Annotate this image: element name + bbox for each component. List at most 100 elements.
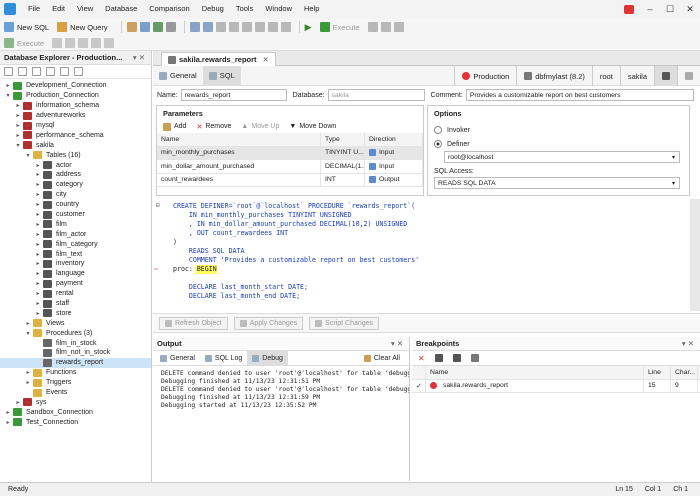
expand-toggle-icon[interactable]: ▸ [34,191,42,198]
undo-icon[interactable] [254,22,265,32]
expand-toggle-icon[interactable]: ▸ [24,369,32,376]
header-direction[interactable]: Direction [365,133,423,146]
expand-toggle-icon[interactable]: ▸ [34,171,42,178]
expand-toggle-icon[interactable]: ▸ [34,251,42,258]
expand-toggle-icon[interactable]: ▸ [34,162,42,169]
tree-item[interactable]: ▸ mysql [0,121,151,131]
script-changes-button[interactable]: Script Changes [309,316,380,330]
plan-icon[interactable] [393,22,404,32]
tree-item[interactable]: ▸ Functions [0,368,151,378]
minimize-button[interactable]: – [640,4,660,14]
expand-toggle-icon[interactable]: ▸ [34,310,42,317]
tree-item[interactable]: ▸ actor [0,160,151,170]
output-tab-debug[interactable]: Debug [247,350,288,366]
expand-toggle-icon[interactable]: ▸ [34,211,42,218]
execute-button[interactable]: Execute [319,22,360,32]
split-icon[interactable] [677,66,700,86]
tree-item[interactable]: ▾ Tables (16) [0,150,151,160]
tree-item[interactable]: ▸ information_schema [0,101,151,111]
breakpoints-pin-icon[interactable]: ▾ ✕ [682,339,694,348]
refresh-explorer-icon[interactable] [32,67,41,76]
new-sql-button[interactable]: New SQL [4,22,49,32]
step-icon[interactable] [380,22,391,32]
database-select[interactable]: sakila [327,89,425,101]
step-out-icon[interactable] [78,38,89,48]
expand-toggle-icon[interactable]: ▸ [34,201,42,208]
definer-select[interactable]: root@localhost ▾ [444,151,680,163]
expand-toggle-icon[interactable]: ▸ [4,419,12,426]
environment-badge[interactable]: Production [454,66,516,86]
breakpoint-row[interactable]: ✓ sakila.rewards_report 15 9 [412,379,700,393]
expand-toggle-icon[interactable]: ▸ [34,270,42,277]
tree-item[interactable]: ▸ rental [0,289,151,299]
delete-breakpoint-icon[interactable]: ✕ [418,354,425,363]
tree-item[interactable]: ▸ payment [0,279,151,289]
move-up-button[interactable]: ▲ Move Up [241,123,279,130]
definer-radio[interactable]: Definer [434,140,689,148]
remove-parameter-button[interactable]: ✕ Remove [196,123,231,131]
expand-toggle-icon[interactable]: ▸ [14,102,22,109]
tree-item[interactable]: ▾ Production_Connection [0,91,151,101]
expand-toggle-icon[interactable]: ▸ [34,221,42,228]
stop-icon[interactable] [367,22,378,32]
tree-item[interactable]: ▸ Triggers [0,378,151,388]
save-all-icon[interactable] [202,22,213,32]
sql-access-select[interactable]: READS SQL DATA ▾ [434,177,680,189]
tree-item[interactable]: ▸ Test_Connection [0,417,151,427]
tree-item[interactable]: ▸ Views [0,318,151,328]
tree-item[interactable]: ▸ adventureworks [0,111,151,121]
tab-rewards-report[interactable]: sakila.rewards_report ✕ [161,52,276,66]
filter-icon[interactable] [46,67,55,76]
expand-toggle-icon[interactable]: ▸ [14,112,22,119]
invoker-radio[interactable]: Invoker [434,126,689,134]
tree-item[interactable]: ▸ category [0,180,151,190]
cut-icon[interactable] [215,22,226,32]
paste-icon[interactable] [241,22,252,32]
tab-sql[interactable]: SQL [202,65,241,86]
comment-input[interactable]: Provides a customizable report on best c… [465,89,694,101]
redo-icon[interactable] [267,22,278,32]
save-icon[interactable] [189,22,200,32]
expand-toggle-icon[interactable]: ▸ [4,409,12,416]
close-button[interactable]: ✕ [680,4,700,15]
new-query-button[interactable]: New Query [57,22,108,32]
tree-item[interactable]: ▾ Procedures (3) [0,328,151,338]
add-parameter-button[interactable]: Add [163,122,186,131]
delete-icon[interactable] [18,67,27,76]
expand-toggle-icon[interactable]: ▸ [4,82,12,89]
expand-toggle-icon[interactable]: ▸ [24,379,32,386]
new-connection-icon[interactable] [4,67,13,76]
tree-item[interactable]: film_not_in_stock [0,348,151,358]
format-icon[interactable] [280,22,291,32]
tree-item[interactable]: film_in_stock [0,338,151,348]
tree-item[interactable]: ▸ customer [0,210,151,220]
tab-close-icon[interactable]: ✕ [263,55,269,64]
output-tab-sql-log[interactable]: SQL Log [200,351,247,366]
watch-icon[interactable] [104,38,115,48]
breakpoint-checkbox[interactable]: ✓ [412,379,426,392]
expand-toggle-icon[interactable]: ▾ [24,152,32,159]
tree-item[interactable]: Events [0,388,151,398]
delete-all-icon[interactable] [434,354,443,362]
tree-item[interactable]: ▸ staff [0,299,151,309]
menu-view[interactable]: View [71,0,99,18]
tree-item[interactable]: ▸ film [0,219,151,229]
tree-item[interactable]: ▸ store [0,308,151,318]
collapse-icon[interactable] [60,67,69,76]
notification-icon[interactable] [624,4,634,14]
pin-icon[interactable]: ▾ ✕ [133,53,145,62]
expand-toggle-icon[interactable]: ▾ [14,142,22,149]
editor-gutter[interactable]: ⊟ ⇨ [153,199,165,311]
collapse-marker[interactable]: ⊟ [156,202,160,209]
output-tab-general[interactable]: General [155,351,200,366]
copy-icon[interactable] [228,22,239,32]
user-badge[interactable]: root [591,66,620,86]
tree-item[interactable]: ▸ Development_Connection [0,81,151,91]
menu-database[interactable]: Database [99,0,143,18]
editor-scrollbar[interactable] [690,199,700,311]
clear-all-button[interactable]: Clear All [359,351,405,366]
expand-toggle-icon[interactable]: ▸ [14,122,22,129]
menu-file[interactable]: File [22,0,46,18]
settings-icon[interactable] [165,22,176,32]
properties-icon[interactable] [74,67,83,76]
